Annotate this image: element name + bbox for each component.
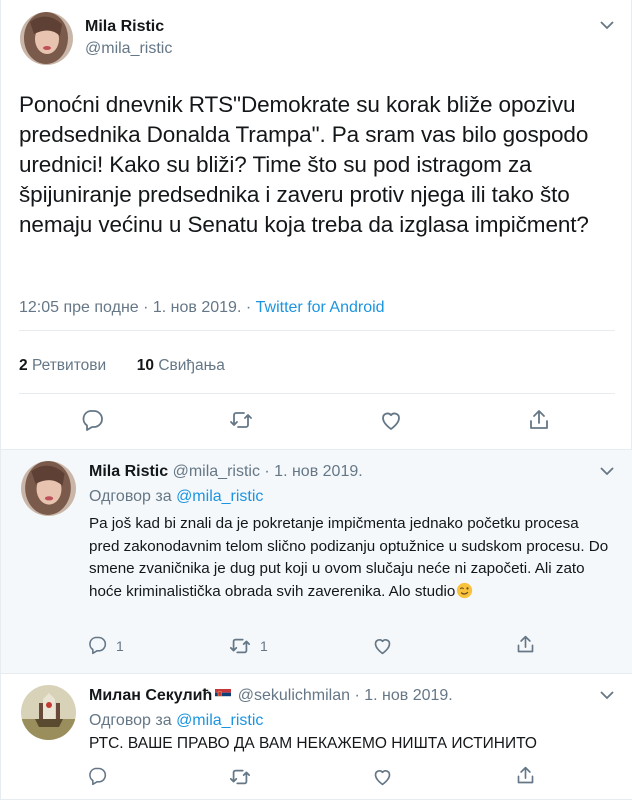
reply-to: Одговор за @mila_ristic	[89, 712, 263, 730]
like-icon[interactable]	[372, 766, 393, 787]
likes-label[interactable]: Свиђања	[158, 357, 225, 374]
reply-text-body: Pa još kad bi znali da je pokretanje imp…	[89, 515, 609, 600]
chevron-down-icon[interactable]	[599, 465, 615, 477]
reply-icon[interactable]	[80, 408, 104, 432]
reply-count: 1	[116, 638, 124, 654]
reply-header: Mila Ristic @mila_ristic · 1. нов 2019.	[89, 463, 363, 481]
author-name[interactable]: Милан Секулић	[89, 687, 212, 704]
reply-text: Pa još kad bi znali da je pokretanje imp…	[89, 513, 609, 603]
reply-to: Одговор за @mila_ristic	[89, 488, 263, 506]
reply-to-label: Одговор за	[89, 712, 172, 729]
meta-separator: ·	[241, 299, 256, 316]
tweet-detail-frame: Mila Ristic @mila_ristic Ponoćni dnevnik…	[0, 0, 632, 800]
serbia-flag-icon	[215, 688, 232, 700]
tweet-source-link[interactable]: Twitter for Android	[256, 299, 385, 316]
retweet-icon[interactable]	[229, 635, 251, 657]
retweet-count: 1	[260, 638, 268, 654]
reply-date[interactable]: · 1. нов 2019.	[354, 687, 452, 704]
like-icon[interactable]	[372, 635, 393, 656]
share-icon[interactable]	[515, 634, 536, 655]
author-handle[interactable]: @mila_ristic	[173, 463, 260, 480]
reply-header: Милан Секулић @sekulichmilan · 1. нов 20…	[89, 687, 453, 705]
main-tweet: Mila Ristic @mila_ristic Ponoćni dnevnik…	[1, 0, 632, 450]
divider	[19, 330, 615, 331]
author-handle[interactable]: @mila_ristic	[85, 40, 172, 58]
tweet-timestamp[interactable]: 12:05 пре подне · 1. нов 2019.	[19, 299, 241, 316]
winking-face-icon	[457, 582, 473, 598]
reply-tweet[interactable]: Mila Ristic @mila_ristic · 1. нов 2019. …	[1, 450, 632, 674]
retweet-icon[interactable]	[229, 766, 251, 788]
likes-count[interactable]: 10	[137, 357, 154, 374]
reply-date[interactable]: · 1. нов 2019.	[264, 463, 362, 480]
reply-to-handle[interactable]: @mila_ristic	[176, 712, 263, 729]
retweets-count[interactable]: 2	[19, 357, 28, 374]
tweet-meta: 12:05 пре подне · 1. нов 2019. · Twitter…	[19, 299, 385, 317]
author-name[interactable]: Mila Ristic	[85, 18, 164, 36]
avatar[interactable]	[21, 461, 76, 516]
reply-to-handle[interactable]: @mila_ristic	[176, 488, 263, 505]
retweet-icon[interactable]	[229, 408, 253, 432]
chevron-down-icon[interactable]	[599, 689, 615, 701]
avatar[interactable]	[20, 12, 73, 65]
divider	[19, 393, 615, 394]
share-icon[interactable]	[527, 408, 551, 432]
reply-to-label: Одговор за	[89, 488, 172, 505]
retweets-label[interactable]: Ретвитови	[32, 357, 106, 374]
author-name[interactable]: Mila Ristic	[89, 463, 168, 480]
avatar[interactable]	[21, 685, 76, 740]
tweet-text: Ponoćni dnevnik RTS"Demokrate su korak b…	[19, 92, 589, 237]
author-handle[interactable]: @sekulichmilan	[238, 687, 350, 704]
tweet-stats: 2 Ретвитови 10 Свиђања	[19, 357, 225, 375]
like-icon[interactable]	[379, 408, 403, 432]
reply-icon[interactable]	[87, 766, 107, 786]
share-icon[interactable]	[515, 765, 536, 786]
chevron-down-icon[interactable]	[599, 19, 615, 31]
reply-icon[interactable]	[87, 635, 107, 655]
reply-text: РТС. ВАШЕ ПРАВО ДА ВАМ НЕКАЖЕМО НИШТА ИС…	[89, 735, 537, 752]
reply-tweet[interactable]: Милан Секулић @sekulichmilan · 1. нов 20…	[1, 674, 632, 800]
